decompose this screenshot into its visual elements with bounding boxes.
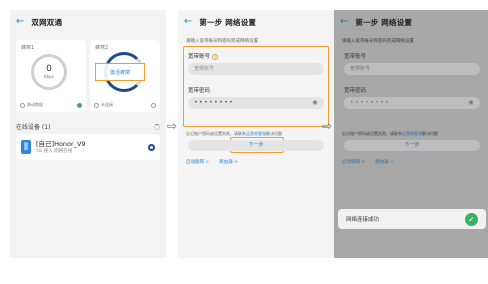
activate-button[interactable]: 激活蜂窝 — [95, 63, 145, 81]
setup-hint: 请输入宽带账号和密码完成网络设置 — [186, 39, 258, 44]
header: ← 第一步 网络设置 — [178, 10, 334, 34]
account-label: 宽带账号? — [188, 53, 219, 60]
network-card-1[interactable]: 蜂窝1 0 Kbps 移动数据 — [16, 40, 86, 112]
online-section-header: 在线设备 (1) — [16, 122, 160, 131]
device-info: [自己]Honor_V9 5G 接入 刚刚在线 — [36, 140, 86, 154]
help-icon[interactable]: ? — [212, 53, 219, 60]
password-label: 宽带密码 — [188, 88, 211, 94]
eye-icon[interactable]: ◉ — [312, 97, 319, 109]
password-value: •••••••• — [350, 99, 391, 106]
screen-dual-network: ← 双网双通 蜂窝1 0 Kbps 移动数据 蜂窝2 激活蜂窝 未连接 在线设备… — [10, 10, 166, 258]
next-button[interactable]: 下一步 — [344, 140, 480, 151]
phone-icon — [21, 140, 31, 154]
success-toast: 网络连接成功 ✓ — [338, 209, 486, 229]
next-button[interactable]: 下一步 — [188, 140, 324, 151]
router-link[interactable]: 路由器 > — [219, 159, 238, 165]
card-option[interactable]: 移动数据 — [20, 102, 82, 108]
option-label: 未连接 — [101, 102, 113, 107]
loading-icon — [154, 123, 160, 130]
page-title: 双网双通 — [31, 17, 63, 27]
password-input[interactable]: •••••••• ◉ — [188, 97, 324, 109]
card-label: 蜂窝1 — [21, 45, 35, 51]
speed-gauge: 0 Kbps — [31, 54, 67, 90]
inactive-dot-icon — [151, 102, 156, 108]
auto-connect-link[interactable]: 启动联网 > — [186, 159, 209, 165]
setup-hint: 请输入宽带账号和密码完成网络设置 — [342, 39, 414, 44]
option-label: 移动数据 — [27, 102, 43, 107]
network-card-2[interactable]: 蜂窝2 激活蜂窝 未连接 — [90, 40, 160, 112]
device-name: [自己]Honor_V9 — [36, 140, 86, 148]
footer-links: 启动联网 > 路由器 > — [342, 159, 394, 165]
eye-icon[interactable]: ◉ — [468, 97, 475, 109]
arrow-icon: ⇨ — [322, 119, 333, 133]
signal-icon — [148, 143, 155, 151]
password-value: •••••••• — [194, 99, 235, 106]
support-link[interactable]: 运营商客服 — [246, 131, 266, 136]
account-input[interactable]: 宽带账号 — [344, 63, 480, 75]
back-arrow-icon[interactable]: ← — [184, 17, 192, 27]
support-link[interactable]: 运营商客服 — [402, 131, 422, 136]
speed-unit: Kbps — [44, 74, 54, 79]
screen-network-setup: ← 第一步 网络设置 请输入宽带账号和密码完成网络设置 宽带账号? 宽带账号 宽… — [178, 10, 334, 258]
account-label: 宽带账号 — [344, 54, 367, 60]
page-title: 第一步 网络设置 — [199, 17, 257, 27]
radio-icon — [20, 102, 25, 108]
card-label: 蜂窝2 — [95, 45, 109, 51]
help-note: 忘记账户密码或设置失败，请联系运营商客服解决问题 — [342, 131, 438, 136]
back-arrow-icon[interactable]: ← — [16, 17, 24, 27]
header: ← 双网双通 — [10, 10, 166, 34]
header: ← 第一步 网络设置 — [334, 10, 488, 34]
section-title: 在线设备 (1) — [16, 124, 51, 131]
device-status: 5G 接入 刚刚在线 — [36, 149, 73, 154]
footer-links: 启动联网 > 路由器 > — [186, 159, 238, 165]
check-icon: ✓ — [465, 212, 478, 226]
password-label: 宽带密码 — [344, 88, 367, 94]
device-row[interactable]: [自己]Honor_V9 5G 接入 刚刚在线 — [16, 134, 160, 160]
screen-network-success: ← 第一步 网络设置 请输入宽带账号和密码完成网络设置 宽带账号 宽带账号 宽带… — [334, 10, 488, 258]
radio-icon — [94, 102, 99, 108]
auto-connect-link[interactable]: 启动联网 > — [342, 159, 365, 165]
speed-value: 0 — [46, 64, 52, 74]
active-dot-icon — [77, 102, 82, 108]
page-title: 第一步 网络设置 — [355, 17, 413, 27]
router-link[interactable]: 路由器 > — [375, 159, 394, 165]
password-input[interactable]: •••••••• ◉ — [344, 97, 480, 109]
account-input[interactable]: 宽带账号 — [188, 63, 324, 75]
toast-message: 网络连接成功 — [346, 217, 380, 223]
network-cards: 蜂窝1 0 Kbps 移动数据 蜂窝2 激活蜂窝 未连接 — [16, 40, 160, 112]
arrow-icon: ⇨ — [167, 119, 178, 133]
card-option[interactable]: 未连接 — [94, 102, 156, 108]
back-arrow-icon[interactable]: ← — [340, 17, 348, 27]
